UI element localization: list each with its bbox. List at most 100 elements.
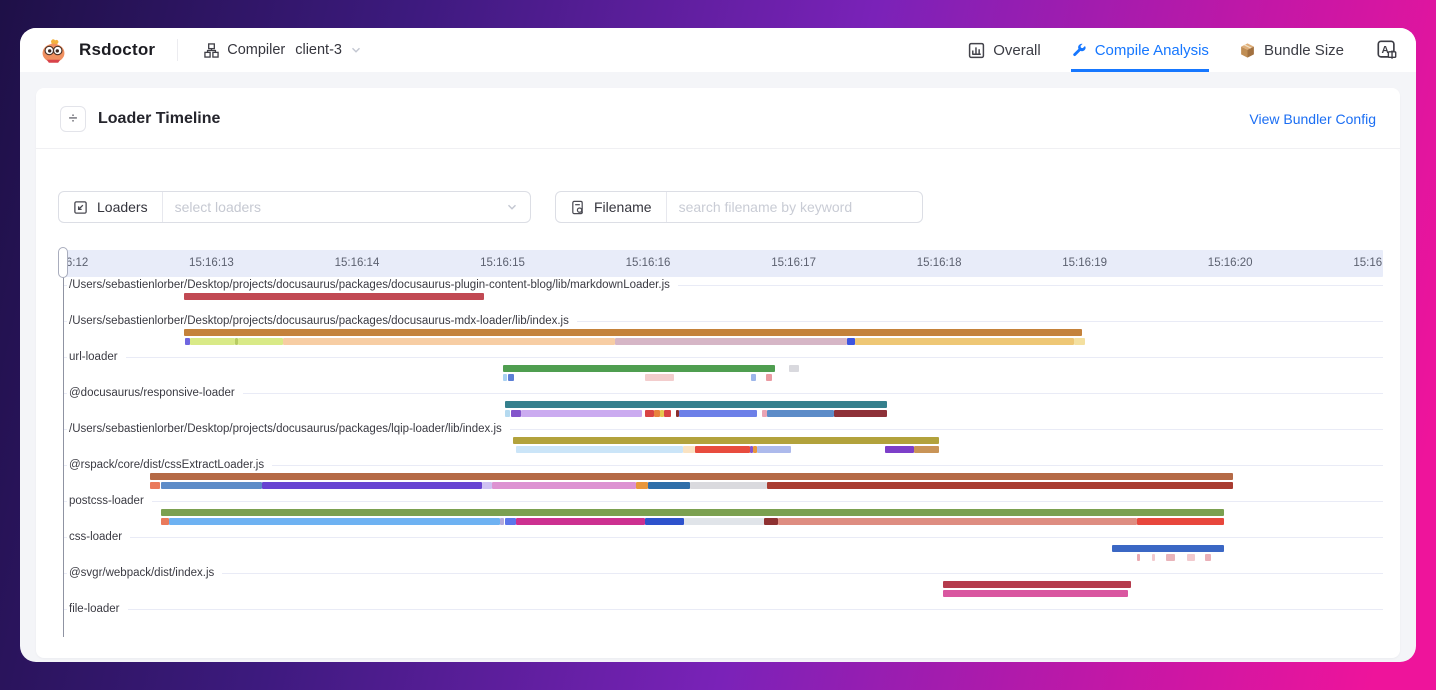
loader-duration-bar[interactable] [1205, 554, 1211, 561]
loader-duration-bar[interactable] [778, 518, 1137, 525]
loader-duration-bar[interactable] [1166, 554, 1175, 561]
loader-duration-bar[interactable] [636, 482, 648, 489]
loader-duration-bar[interactable] [679, 410, 758, 417]
divide-icon[interactable]: ÷ [60, 106, 86, 132]
loader-duration-bar[interactable] [516, 446, 683, 453]
timeline-row-label: file-loader [67, 601, 128, 616]
timeline-row: url-loader [63, 349, 1383, 385]
filename-input[interactable] [667, 199, 922, 215]
loader-duration-bar[interactable] [521, 410, 642, 417]
loader-duration-bar[interactable] [513, 437, 939, 444]
bar-chart-icon [968, 42, 985, 59]
loader-duration-bar[interactable] [283, 338, 615, 345]
loader-duration-bar[interactable] [169, 518, 499, 525]
loader-duration-bar[interactable] [503, 365, 775, 372]
timeline-lane [63, 446, 1383, 453]
nav-bundle-size[interactable]: Bundle Size [1239, 28, 1344, 72]
axis-tick-label: 15:16:20 [1208, 250, 1253, 277]
loader-duration-bar[interactable] [683, 446, 695, 453]
loader-duration-bar[interactable] [664, 410, 671, 417]
loader-duration-bar[interactable] [492, 482, 636, 489]
timeline-lane [63, 293, 1383, 300]
timeline-lane [63, 482, 1383, 489]
loader-duration-bar[interactable] [516, 518, 646, 525]
package-box-icon [1239, 42, 1256, 59]
loader-duration-bar[interactable] [648, 482, 690, 489]
page-background: Rsdoctor Compiler client-3 [0, 0, 1436, 690]
loader-duration-bar[interactable] [695, 446, 750, 453]
loader-duration-bar[interactable] [764, 518, 777, 525]
compiler-icon [204, 43, 219, 58]
loader-duration-bar[interactable] [645, 410, 654, 417]
loader-duration-bar[interactable] [161, 509, 1225, 516]
loader-duration-bar[interactable] [505, 518, 515, 525]
nav-compile-analysis[interactable]: Compile Analysis [1071, 28, 1209, 72]
loader-duration-bar[interactable] [262, 482, 482, 489]
loader-duration-bar[interactable] [500, 518, 504, 525]
chevron-down-icon [350, 44, 362, 56]
loader-duration-bar[interactable] [1112, 545, 1224, 552]
compiler-select[interactable]: Compiler client-3 [204, 42, 362, 58]
timeline-lane [63, 401, 1383, 408]
loader-duration-bar[interactable] [184, 293, 484, 300]
loader-duration-bar[interactable] [766, 374, 772, 381]
card-header: ÷ Loader Timeline View Bundler Config [36, 88, 1400, 149]
loader-duration-bar[interactable] [503, 374, 507, 381]
filter-bar: Loaders select loaders [58, 191, 1400, 223]
loader-duration-bar[interactable] [834, 410, 886, 417]
loader-duration-bar[interactable] [150, 482, 160, 489]
nav-overall[interactable]: Overall [968, 28, 1041, 72]
loader-duration-bar[interactable] [847, 338, 854, 345]
timeline-brush-handle[interactable] [58, 247, 68, 278]
wrench-icon [1071, 42, 1087, 58]
loader-duration-bar[interactable] [184, 329, 1082, 336]
loader-duration-bar[interactable] [615, 338, 848, 345]
loader-duration-bar[interactable] [645, 518, 684, 525]
loader-duration-bar[interactable] [943, 581, 1131, 588]
timeline-lane [63, 338, 1383, 345]
loader-duration-bar[interactable] [654, 410, 660, 417]
loader-timeline-chart: 15:16:1215:16:1315:16:1415:16:1515:16:16… [63, 250, 1383, 637]
translate-icon-button[interactable]: A [1376, 28, 1398, 72]
loader-duration-bar[interactable] [161, 482, 263, 489]
loader-duration-bar[interactable] [943, 590, 1128, 597]
loader-duration-bar[interactable] [684, 518, 764, 525]
loader-duration-bar[interactable] [1074, 338, 1084, 345]
axis-tick-label: 15:16:17 [771, 250, 816, 277]
timeline-lane [63, 545, 1383, 552]
axis-tick-label: 15:16:13 [189, 250, 234, 277]
loader-duration-bar[interactable] [505, 410, 509, 417]
loader-duration-bar[interactable] [757, 446, 790, 453]
time-axis[interactable]: 15:16:1215:16:1315:16:1415:16:1515:16:16… [63, 250, 1383, 277]
loader-duration-bar[interactable] [855, 338, 1075, 345]
timeline-row-label: /Users/sebastienlorber/Desktop/projects/… [67, 277, 678, 292]
loader-duration-bar[interactable] [767, 410, 834, 417]
loader-duration-bar[interactable] [185, 338, 189, 345]
loader-duration-bar[interactable] [1137, 554, 1140, 561]
loader-duration-bar[interactable] [1137, 518, 1224, 525]
loader-duration-bar[interactable] [1152, 554, 1155, 561]
loader-duration-bar[interactable] [482, 482, 492, 489]
rsdoctor-logo [40, 37, 67, 64]
loader-duration-bar[interactable] [150, 473, 1233, 480]
loader-duration-bar[interactable] [789, 365, 799, 372]
timeline-lane [63, 590, 1383, 597]
loader-duration-bar[interactable] [751, 374, 755, 381]
loader-duration-bar[interactable] [511, 410, 521, 417]
loader-duration-bar[interactable] [190, 338, 235, 345]
loader-duration-bar[interactable] [508, 374, 514, 381]
timeline-row-label: /Users/sebastienlorber/Desktop/projects/… [67, 421, 510, 436]
loader-duration-bar[interactable] [161, 518, 170, 525]
loader-duration-bar[interactable] [914, 446, 939, 453]
timeline-row-label: @docusaurus/responsive-loader [67, 385, 243, 400]
timeline-row: /Users/sebastienlorber/Desktop/projects/… [63, 421, 1383, 457]
loaders-select[interactable]: Loaders select loaders [58, 191, 531, 223]
view-bundler-config-link[interactable]: View Bundler Config [1249, 111, 1376, 127]
loader-duration-bar[interactable] [690, 482, 767, 489]
loader-duration-bar[interactable] [645, 374, 674, 381]
loader-duration-bar[interactable] [1187, 554, 1196, 561]
loader-duration-bar[interactable] [505, 401, 886, 408]
loader-duration-bar[interactable] [885, 446, 914, 453]
loader-duration-bar[interactable] [238, 338, 283, 345]
loader-duration-bar[interactable] [767, 482, 1233, 489]
